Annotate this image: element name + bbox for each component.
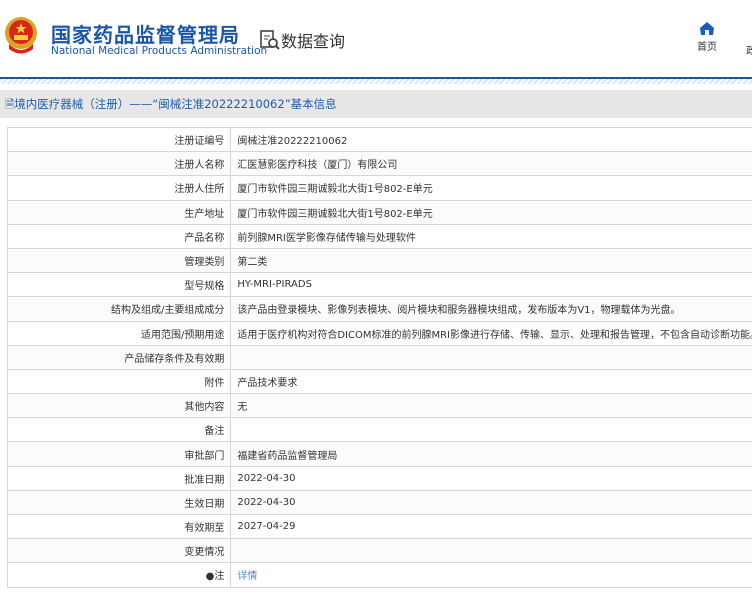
table-row: 其他内容无 xyxy=(6,393,752,419)
table-row: 产品储存条件及有效期 xyxy=(6,344,752,370)
section-title-text: 数据查询 xyxy=(281,32,346,51)
detail-table: 注册证编号 闽械注准20222210062 注册人名称 汇医慧影医疗科技（厦门）有限公… xyxy=(6,126,752,588)
field-value xyxy=(230,344,752,370)
table-row: 生效日期 2022-04-30 xyxy=(6,489,752,516)
national-emblem-logo xyxy=(5,17,37,54)
document-search-icon xyxy=(260,30,280,50)
field-value xyxy=(230,538,752,564)
field-label: 有效期至 xyxy=(6,513,232,540)
site-title-en: National Medical Products Administration xyxy=(51,45,268,57)
field-value: 2027-04-29 xyxy=(230,513,752,540)
field-label: 注册证编号 xyxy=(6,126,232,153)
field-label: 审批部门 xyxy=(6,441,232,467)
section-title: 数据查询 xyxy=(259,28,345,52)
field-label: ●注 xyxy=(6,562,232,588)
field-value: 前列腺MRI医学影像存储传输与处理软件 xyxy=(230,223,752,249)
field-value: 第二类 xyxy=(230,247,752,274)
field-value: 汇医慧影医疗科技（厦门）有限公司 xyxy=(230,151,752,177)
field-value: HY-MRI-PIRADS xyxy=(230,272,752,298)
field-value: 闽械注准20222210062 xyxy=(230,126,752,153)
field-value: 福建省药品监督管理局 xyxy=(230,441,752,467)
breadcrumb: 🗎境内医疗器械（注册）——“闽械注准20222210062”基本信息 xyxy=(0,90,752,118)
table-row: 备注 xyxy=(6,417,752,443)
field-label: 结构及组成/主要组成成分 xyxy=(6,296,232,322)
note-label: 注 xyxy=(214,571,225,583)
field-value: 产品技术要求 xyxy=(230,368,752,395)
table-row: 生产地址 厦门市软件园三期诚毅北大街1号802-E单元 xyxy=(6,199,752,225)
field-label: 其他内容 xyxy=(6,393,232,419)
field-label: 注册人名称 xyxy=(6,151,232,177)
field-value: 厦门市软件园三期诚毅北大街1号802-E单元 xyxy=(230,199,752,225)
field-value xyxy=(230,417,752,443)
field-label: 产品储存条件及有效期 xyxy=(6,344,232,370)
field-label: 型号规格 xyxy=(6,272,232,298)
table-row-note: ●注 详情 xyxy=(6,562,752,588)
nav-home-label: 首页 xyxy=(697,42,717,53)
table-row: 注册人住所 厦门市软件园三期诚毅北大街1号802-E单元 xyxy=(6,175,752,201)
table-row: 注册证编号 闽械注准20222210062 xyxy=(6,126,752,153)
field-value: 适用于医疗机构对符合DICOM标准的前列腺MRI影像进行存储、传输、显示、处理和… xyxy=(230,320,752,346)
table-row: 附件 产品技术要求 xyxy=(6,368,752,395)
field-label: 产品名称 xyxy=(6,223,232,249)
field-label: 注册人住所 xyxy=(6,175,232,201)
header-hatch xyxy=(0,79,752,84)
field-value: 无 xyxy=(230,393,752,419)
field-value: 厦门市软件园三期诚毅北大街1号802-E单元 xyxy=(230,175,752,201)
details-link[interactable]: 详情 xyxy=(237,571,257,582)
table-row: 有效期至 2027-04-29 xyxy=(6,513,752,540)
field-label: 生产地址 xyxy=(6,199,232,225)
table-row: 审批部门 福建省药品监督管理局 xyxy=(6,441,752,467)
field-label: 备注 xyxy=(6,417,232,443)
table-row: 变更情况 xyxy=(6,538,752,564)
table-row: 注册人名称 汇医慧影医疗科技（厦门）有限公司 xyxy=(6,151,752,177)
field-label: 变更情况 xyxy=(6,538,232,564)
field-label: 适用范围/预期用途 xyxy=(6,320,232,346)
field-value: 2022-04-30 xyxy=(230,489,752,516)
nav-home[interactable]: 首页 政 xyxy=(693,22,752,57)
table-row: 批准日期 2022-04-30 xyxy=(6,465,752,491)
field-label: 批准日期 xyxy=(6,465,232,491)
table-row: 产品名称 前列腺MRI医学影像存储传输与处理软件 xyxy=(6,223,752,249)
field-label: 生效日期 xyxy=(6,489,232,516)
field-label: 附件 xyxy=(6,368,232,395)
site-header: 国家药品监督管理局 National Medical Products Admi… xyxy=(0,0,752,78)
table-row: 型号规格 HY-MRI-PIRADS xyxy=(6,272,752,298)
field-label: 管理类别 xyxy=(6,247,232,274)
document-icon: 🗎 xyxy=(5,97,15,111)
table-row: 适用范围/预期用途 适用于医疗机构对符合DICOM标准的前列腺MRI影像进行存储、… xyxy=(6,320,752,346)
nav-next-label[interactable]: 政 xyxy=(746,42,752,57)
table-row: 结构及组成/主要组成成分 该产品由登录模块、影像列表模块、阅片模块和服务器模块组成… xyxy=(6,296,752,322)
table-row: 管理类别 第二类 xyxy=(6,247,752,274)
home-icon xyxy=(700,22,714,35)
field-value: 详情 xyxy=(230,562,752,588)
site-title[interactable]: 国家药品监督管理局 xyxy=(51,19,240,48)
field-value: 2022-04-30 xyxy=(230,465,752,491)
field-value: 该产品由登录模块、影像列表模块、阅片模块和服务器模块组成，发布版本为V1，物理载… xyxy=(230,296,752,322)
breadcrumb-text: 境内医疗器械（注册）——“闽械注准20222210062”基本信息 xyxy=(14,97,337,111)
